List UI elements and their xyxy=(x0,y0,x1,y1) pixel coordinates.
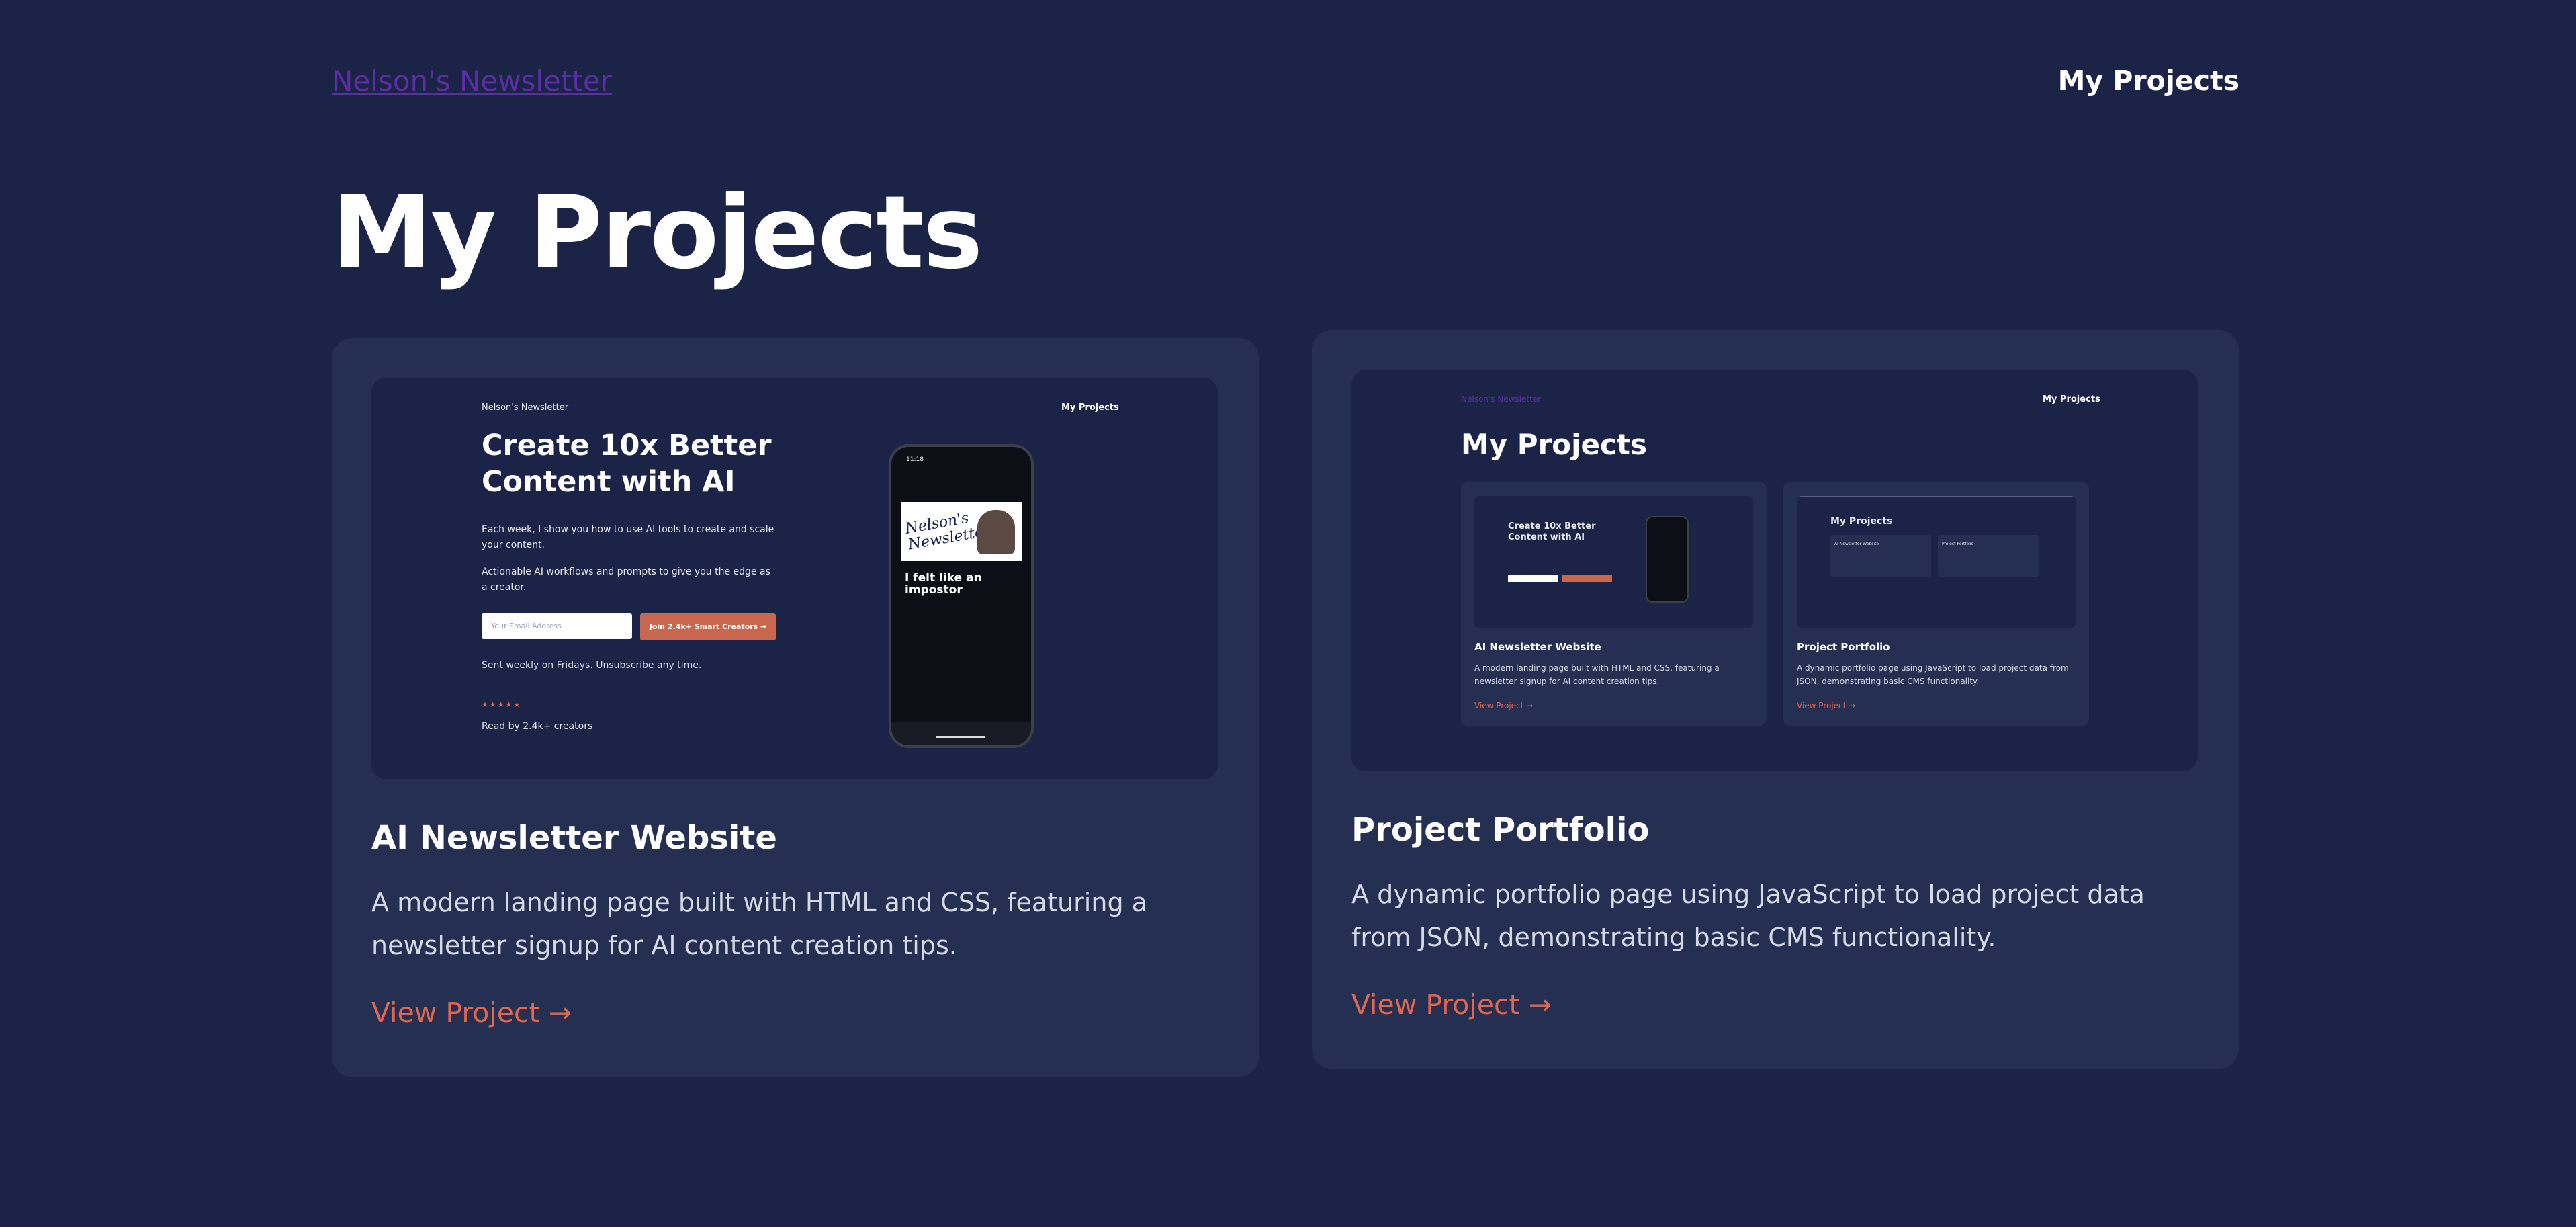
preview-card-description: A dynamic portfolio page using JavaScrip… xyxy=(1797,663,2069,686)
preview-sent-note: Sent weekly on Fridays. Unsubscribe any … xyxy=(482,660,702,671)
thumbnail-card: AI Newsletter Website xyxy=(1830,535,1931,577)
page-title: My Projects xyxy=(332,175,983,292)
preview-card-link: View Project → xyxy=(1797,701,1856,710)
thumbnail-card-title: AI Newsletter Website xyxy=(1834,542,1879,546)
thumbnail-email-field xyxy=(1508,575,1558,582)
preview-rating-stars: ★★★★★ xyxy=(482,700,522,709)
preview-brand: Nelson's Newsletter xyxy=(1461,394,1542,404)
project-description: A modern landing page built with HTML an… xyxy=(371,888,1147,960)
preview-paragraph: Actionable AI workflows and prompts to g… xyxy=(482,566,770,593)
preview-email-field: Your Email Address xyxy=(482,614,632,639)
project-title: Project Portfolio xyxy=(1351,811,1650,849)
preview-card-title: AI Newsletter Website xyxy=(1474,641,1601,653)
preview-nav-link: My Projects xyxy=(2043,394,2100,405)
preview-page-title: My Projects xyxy=(1461,428,1647,461)
phone-mockup: 11:18 Nelson's Newsletter I felt like an… xyxy=(889,444,1034,748)
site-header: Nelson's Newsletter My Projects xyxy=(332,65,2239,105)
brand-link[interactable]: Nelson's Newsletter xyxy=(332,65,612,97)
project-card: Nelson's Newsletter My Projects Create 1… xyxy=(332,338,1259,1077)
thumbnail-phone xyxy=(1646,516,1689,603)
project-card: Nelson's Newsletter My Projects My Proje… xyxy=(1312,330,2239,1069)
project-title: AI Newsletter Website xyxy=(371,819,777,857)
preview-paragraph: Each week, I show you how to use AI tool… xyxy=(482,524,774,550)
thumbnail-card-title: Project Portfolio xyxy=(1942,542,1974,546)
preview-read-by: Read by 2.4k+ creators xyxy=(482,721,593,732)
project-preview-image[interactable]: Nelson's Newsletter My Projects My Proje… xyxy=(1351,370,2198,771)
preview-project-card: Create 10x Better Content with AI AI New… xyxy=(1461,482,1767,726)
thumbnail-join-button xyxy=(1562,575,1612,582)
phone-time: 11:18 xyxy=(906,456,924,463)
preview-nav-link: My Projects xyxy=(1061,403,1119,413)
preview-thumbnail: My Projects AI Newsletter Website Projec… xyxy=(1797,496,2076,628)
project-description: A dynamic portfolio page using JavaScrip… xyxy=(1351,880,2145,952)
phone-banner: Nelson's Newsletter xyxy=(901,502,1022,561)
preview-project-card: My Projects AI Newsletter Website Projec… xyxy=(1783,482,2089,726)
phone-toolbar xyxy=(901,470,1022,482)
preview-headline: Create 10x Better Content with AI xyxy=(482,429,772,499)
phone-home-indicator xyxy=(936,736,985,738)
preview-join-button: Join 2.4k+ Smart Creators → xyxy=(640,614,776,640)
author-photo xyxy=(977,510,1015,554)
preview-thumbnail: Create 10x Better Content with AI xyxy=(1474,496,1753,628)
thumbnail-top-rule xyxy=(1797,496,2076,497)
preview-card-link: View Project → xyxy=(1474,701,1534,710)
phone-article-heading: I felt like an impostor xyxy=(905,571,982,597)
phone-dock xyxy=(891,722,1031,745)
preview-brand: Nelson's Newsletter xyxy=(482,403,569,413)
preview-card-description: A modern landing page built with HTML an… xyxy=(1474,663,1720,686)
view-project-link[interactable]: View Project → xyxy=(1351,988,1552,1021)
nav-link-my-projects[interactable]: My Projects xyxy=(2058,65,2239,97)
thumbnail-headline: Create 10x Better Content with AI xyxy=(1508,521,1596,542)
preview-card-title: Project Portfolio xyxy=(1797,641,1890,653)
thumbnail-card: Project Portfolio xyxy=(1938,535,2039,577)
project-preview-image[interactable]: Nelson's Newsletter My Projects Create 1… xyxy=(371,378,1218,779)
thumbnail-title: My Projects xyxy=(1830,516,1893,527)
view-project-link[interactable]: View Project → xyxy=(371,997,572,1029)
